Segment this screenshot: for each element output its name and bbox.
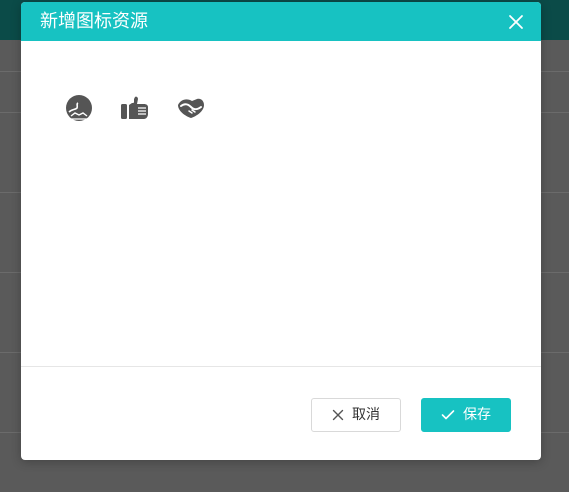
thumbs-up-icon[interactable] — [119, 92, 151, 124]
check-icon — [441, 409, 455, 421]
save-button[interactable]: 保存 — [421, 398, 511, 432]
dialog-body — [21, 41, 541, 366]
cancel-button[interactable]: 取消 — [311, 398, 401, 432]
dialog-title: 新增图标资源 — [40, 11, 148, 32]
save-button-label: 保存 — [463, 407, 491, 423]
close-icon[interactable] — [507, 13, 525, 31]
add-icon-resource-dialog: 新增图标资源 取消 保存 — [21, 2, 541, 460]
dialog-header: 新增图标资源 — [21, 2, 541, 41]
close-icon — [332, 409, 344, 421]
dialog-footer: 取消 保存 — [21, 366, 541, 460]
cancel-button-label: 取消 — [352, 407, 380, 423]
globe-icon[interactable] — [63, 92, 95, 124]
handshake-icon[interactable] — [175, 92, 207, 124]
